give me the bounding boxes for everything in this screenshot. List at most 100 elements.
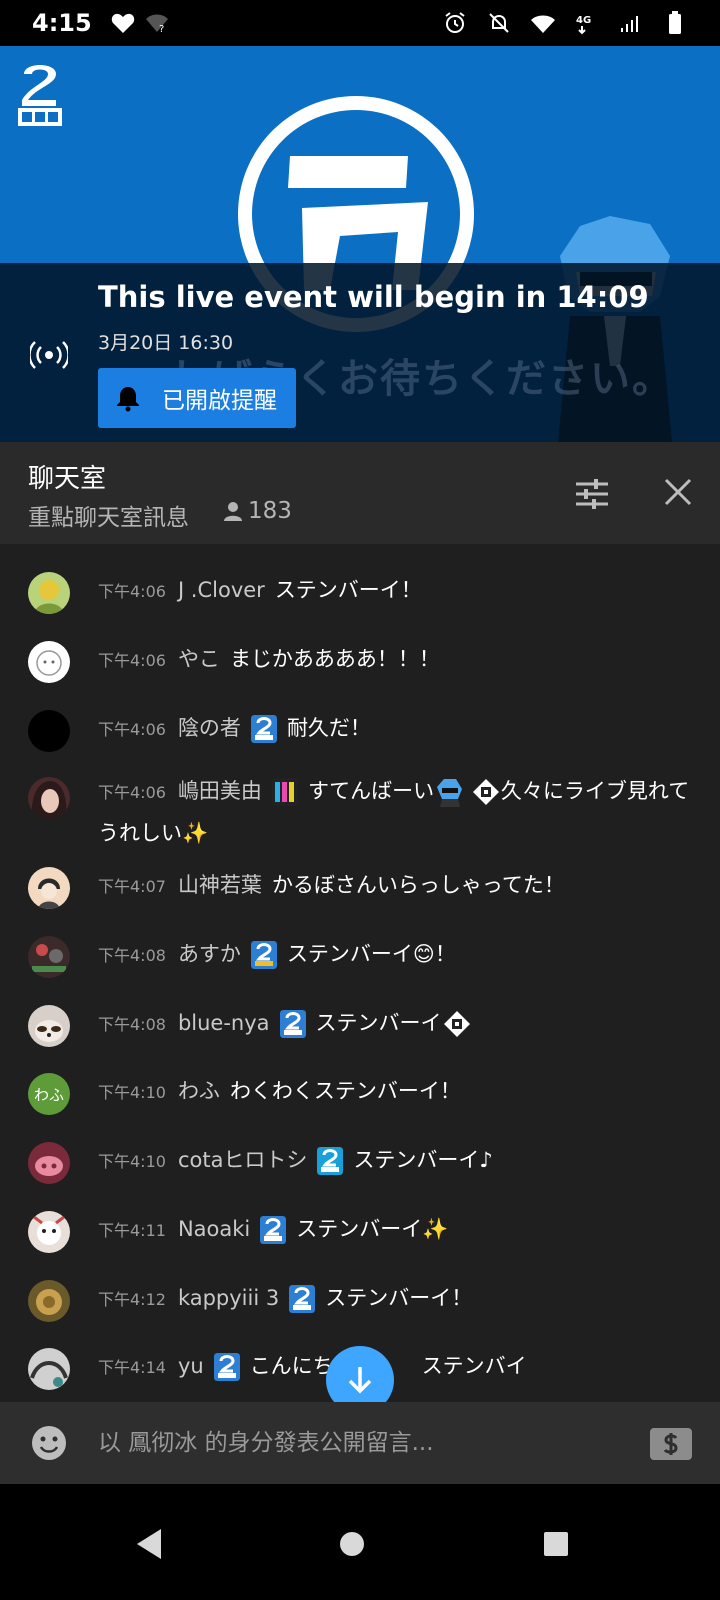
mascot-emoji-icon (437, 779, 463, 807)
chat-input-bar (0, 1402, 720, 1484)
arrow-down-icon (348, 1367, 372, 1394)
chat-header: 聊天室 重點聊天室訊息 183 (0, 442, 720, 544)
message-body: 下午4:08 あすか ステンバーイ😊！ (98, 934, 698, 976)
wifi-unknown-icon: ? (144, 10, 170, 36)
member-badge-icon (271, 778, 298, 806)
message-author[interactable]: cotaヒロトシ (178, 1148, 308, 1172)
home-circle-icon (340, 1532, 364, 1556)
avatar[interactable] (28, 641, 70, 683)
close-icon[interactable] (662, 476, 694, 508)
message-timestamp: 下午4:12 (98, 1290, 166, 1309)
avatar[interactable] (28, 936, 70, 978)
message-author[interactable]: 陰の者 (178, 716, 241, 740)
chat-title: 聊天室 (28, 464, 107, 494)
message-author[interactable]: blue-nya (178, 1011, 270, 1035)
status-bar: 4:15 ? 4G (0, 0, 720, 46)
channel-logo (18, 65, 62, 126)
message-timestamp: 下午4:10 (98, 1083, 166, 1102)
avatar[interactable] (28, 1348, 70, 1390)
message-timestamp: 下午4:08 (98, 946, 166, 965)
message-author[interactable]: J .Clover (178, 578, 265, 602)
message-timestamp: 下午4:06 (98, 582, 166, 601)
message-author[interactable]: yu (178, 1354, 204, 1378)
nav-home-button[interactable] (332, 1524, 372, 1564)
message-timestamp: 下午4:08 (98, 1015, 166, 1034)
message-author[interactable]: 山神若葉 (178, 873, 262, 897)
chat-message-list[interactable]: 下午4:06 J .Clover ステンバーイ！ 下午4:06 やこ まじかああああ！！… (0, 544, 720, 1402)
nav-back-button[interactable] (130, 1524, 170, 1564)
message-text: こんにち (249, 1354, 334, 1378)
live-scheduled-date: 3月20日 16:30 (98, 332, 234, 354)
avatar[interactable] (28, 1005, 70, 1047)
message-text: ステンバーイ (315, 1011, 442, 1035)
recents-square-icon (544, 1532, 568, 1556)
message-text: 耐久だ！ (286, 716, 371, 740)
member-badge-icon (213, 1353, 240, 1381)
diamond-emoji-icon (441, 1009, 472, 1039)
message-timestamp: 下午4:07 (98, 877, 166, 896)
viewer-count-value: 183 (248, 498, 292, 524)
message-body: 下午4:11 Naoaki ステンバーイ✨ (98, 1209, 698, 1251)
message-timestamp: 下午4:06 (98, 720, 166, 739)
message-author[interactable]: やこ (178, 647, 220, 671)
nav-recents-button[interactable] (536, 1524, 576, 1564)
member-badge-icon (250, 941, 277, 969)
system-nav-bar (0, 1484, 720, 1600)
message-author[interactable]: わふ (178, 1079, 220, 1103)
message-body: 下午4:12 kappyiii 3 ステンバーイ！ (98, 1278, 698, 1320)
live-broadcast-icon (30, 341, 68, 369)
back-triangle-icon (137, 1529, 161, 1559)
message-text: ステンバイ (421, 1354, 527, 1378)
avatar[interactable] (28, 1211, 70, 1253)
tune-icon[interactable] (574, 476, 610, 512)
message-body: 下午4:10 わふ わくわくステンバーイ！ (98, 1071, 698, 1113)
svg-text:4G: 4G (576, 15, 591, 26)
signal-4g-icon: 4G (574, 10, 600, 36)
avatar-initials: わふ (33, 1085, 64, 1104)
message-author[interactable]: 嶋田美由 (178, 779, 262, 803)
member-badge-icon (279, 1010, 306, 1038)
message-timestamp: 下午4:11 (98, 1221, 166, 1240)
avatar[interactable] (28, 1280, 70, 1322)
super-chat-button[interactable] (650, 1428, 692, 1460)
message-author[interactable]: あすか (178, 942, 241, 966)
message-author[interactable]: Naoaki (178, 1217, 250, 1241)
message-timestamp: 下午4:10 (98, 1152, 166, 1171)
reminder-button[interactable]: 已開啟提醒 (98, 368, 296, 428)
avatar[interactable]: わふ (28, 1073, 70, 1115)
alarm-icon (442, 10, 468, 36)
heart-icon (110, 10, 136, 36)
message-text: ステンバーイ♪ (353, 1148, 493, 1172)
avatar[interactable] (28, 1142, 70, 1184)
message-body: 下午4:14 yu こんにち ステンバイ (98, 1346, 698, 1388)
avatar[interactable] (28, 867, 70, 909)
avatar[interactable] (28, 777, 70, 819)
diamond-emoji-icon (470, 777, 501, 807)
person-icon (224, 502, 242, 521)
reminder-label: 已開啟提醒 (162, 388, 277, 414)
wifi-icon (530, 10, 556, 36)
message-timestamp: 下午4:14 (98, 1358, 166, 1377)
message-text: ステンバーイ✨ (296, 1217, 449, 1241)
avatar[interactable] (28, 710, 70, 752)
message-body: 下午4:08 blue-nya ステンバーイ (98, 1003, 698, 1045)
message-text: わくわくステンバーイ！ (229, 1079, 461, 1103)
message-text: まじかああああ！！！ (229, 647, 440, 671)
status-time: 4:15 (32, 9, 92, 37)
chat-message-input[interactable] (98, 1420, 618, 1466)
member-badge-icon (317, 1147, 344, 1175)
message-body: 下午4:06 J .Clover ステンバーイ！ (98, 570, 698, 612)
message-text: ステンバーイ！ (325, 1286, 473, 1310)
message-author[interactable]: kappyiii 3 (178, 1286, 279, 1310)
message-body: 下午4:06 やこ まじかああああ！！！ (98, 639, 698, 681)
message-text: ステンバーイ！ (274, 578, 422, 602)
message-body: 下午4:06 陰の者 耐久だ！ (98, 708, 698, 750)
battery-icon (662, 10, 688, 36)
emoji-icon[interactable] (30, 1424, 68, 1462)
video-player[interactable]: しばらくお待ちください。 This live event will begin … (0, 46, 720, 442)
message-timestamp: 下午4:06 (98, 783, 166, 802)
message-body: 下午4:10 cotaヒロトシ ステンバーイ♪ (98, 1140, 698, 1182)
message-body: 下午4:07 山神若葉 かるぼさんいらっしゃってた！ (98, 865, 698, 907)
chat-mode-selector[interactable]: 重點聊天室訊息 (28, 498, 189, 532)
avatar[interactable] (28, 572, 70, 614)
